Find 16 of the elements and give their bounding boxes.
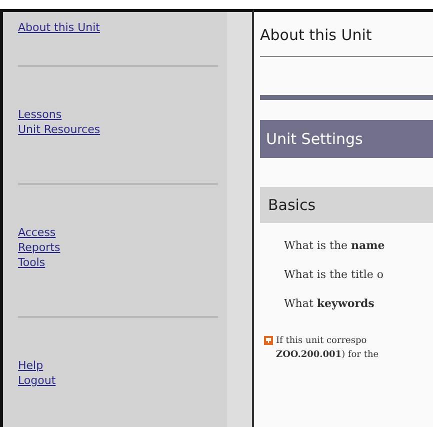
sidebar-link[interactable]: Help (18, 358, 44, 373)
sidebar-link[interactable]: Lessons (18, 107, 62, 122)
question-text: What is the title o (283, 268, 385, 281)
subsection-header: Basics (260, 187, 433, 223)
page-title: About this Unit (260, 25, 373, 44)
sidebar-link[interactable]: Access (18, 225, 56, 240)
sidebar-link[interactable]: Tools (18, 255, 46, 270)
notice-text: If this unit correspo ZOO.200.001) for the (276, 335, 379, 362)
section-header: Unit Settings (260, 120, 433, 158)
sidebar-link[interactable]: Reports (18, 240, 60, 255)
sidebar-link[interactable]: About this Unit (18, 20, 100, 35)
help-icon (264, 336, 273, 345)
sidebar-link[interactable]: Logout (18, 373, 56, 388)
question-text: What is the name (283, 239, 386, 252)
sidebar-link[interactable]: Unit Resources (18, 122, 100, 137)
question-text: What keywords (283, 297, 376, 310)
